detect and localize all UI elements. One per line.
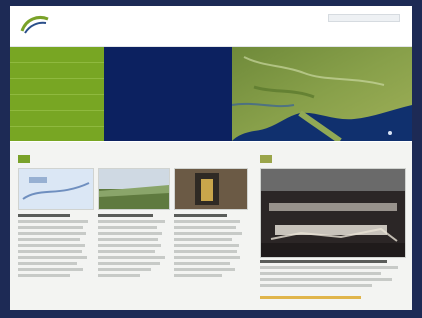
feature-more <box>260 296 404 302</box>
hero-panel <box>104 47 232 141</box>
logo-swoosh-icon[interactable] <box>20 13 50 39</box>
site-header <box>10 6 412 47</box>
news-text-2 <box>98 214 168 280</box>
nav-item-2[interactable] <box>10 63 104 79</box>
feature-text <box>260 260 404 290</box>
nav-item-3[interactable] <box>10 79 104 95</box>
search-input[interactable] <box>328 14 400 22</box>
page-frame <box>10 6 412 310</box>
section-tag-feature[interactable] <box>260 155 272 163</box>
news-text-3 <box>174 214 246 280</box>
nav-item-4[interactable] <box>10 95 104 111</box>
news-thumb-3[interactable] <box>174 168 248 210</box>
hero-banner[interactable] <box>104 47 412 141</box>
bottom-tag-strip <box>266 304 404 310</box>
nav-item-1[interactable] <box>10 47 104 63</box>
news-thumb-2[interactable] <box>98 168 170 210</box>
news-thumb-1[interactable] <box>18 168 94 210</box>
news-column <box>18 150 252 310</box>
news-text-1 <box>18 214 92 280</box>
main-nav <box>10 47 104 141</box>
section-tag-news[interactable] <box>18 155 30 163</box>
feature-column <box>260 150 406 310</box>
content-area <box>10 142 412 310</box>
nav-item-5[interactable] <box>10 111 104 127</box>
feature-image[interactable] <box>260 168 406 258</box>
